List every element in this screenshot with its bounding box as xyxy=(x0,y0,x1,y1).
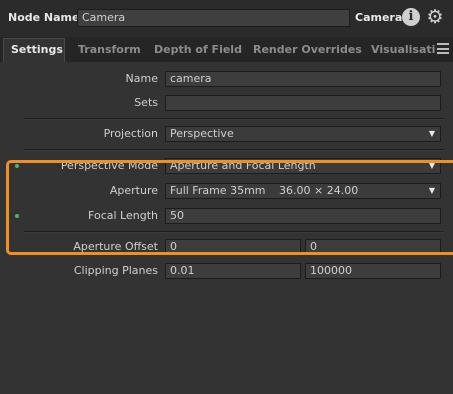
name-input[interactable]: camera xyxy=(165,71,441,87)
separator xyxy=(24,149,444,151)
projection-value: Perspective xyxy=(170,127,234,140)
tab-render-overrides[interactable]: Render Overrides xyxy=(253,39,362,61)
tab-transform[interactable]: Transform xyxy=(78,39,141,61)
projection-dropdown[interactable]: Perspective ▼ xyxy=(165,126,441,142)
node-name-label: Node Name xyxy=(8,11,80,24)
highlight-box xyxy=(6,160,453,255)
clipping-planes-label: Clipping Planes xyxy=(73,264,158,277)
clipping-far-input[interactable]: 100000 xyxy=(305,263,441,279)
tab-visualisation[interactable]: Visualisatic xyxy=(371,39,436,61)
tab-depth-of-field[interactable]: Depth of Field xyxy=(154,39,242,61)
projection-label: Projection xyxy=(103,127,158,140)
node-type-label: Camera xyxy=(355,11,403,24)
chevron-down-icon: ▼ xyxy=(428,129,435,138)
separator xyxy=(24,118,444,120)
node-name-input[interactable]: Camera xyxy=(77,9,350,27)
info-icon[interactable]: i xyxy=(402,8,420,26)
gear-icon[interactable]: ⚙ xyxy=(425,7,445,27)
sets-input[interactable] xyxy=(165,95,441,111)
hamburger-menu-icon[interactable] xyxy=(437,43,449,54)
name-label: Name xyxy=(125,72,158,85)
tab-settings-label: Settings xyxy=(11,43,63,56)
sets-label: Sets xyxy=(134,96,158,109)
clipping-near-input[interactable]: 0.01 xyxy=(165,263,301,279)
